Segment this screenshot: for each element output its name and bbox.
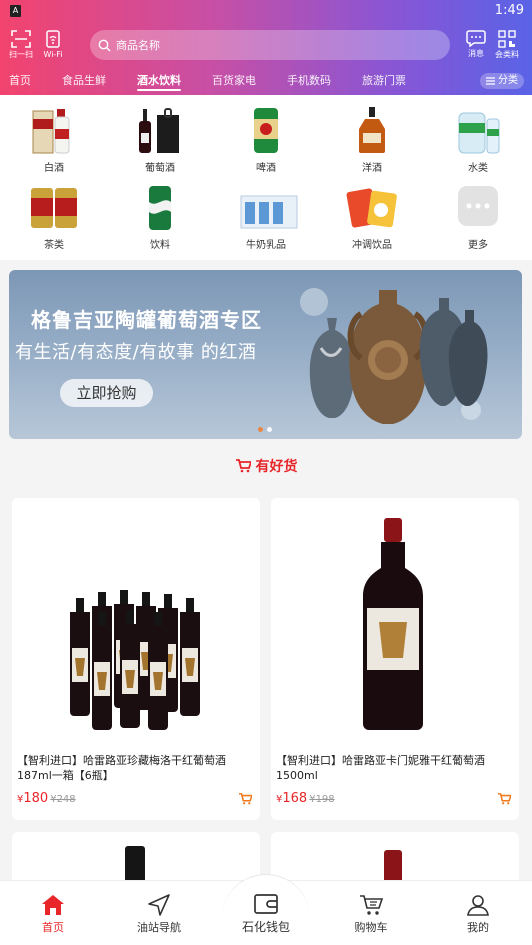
category-label: 葡萄酒 [145,163,175,174]
drink-mix-icon [346,188,397,228]
member-code-button[interactable]: 会类料 [490,30,524,59]
milk-icon [240,195,298,229]
app-badge: A [10,5,21,17]
message-icon [466,30,486,47]
home-icon [42,895,64,915]
original-price: ¥248 [50,794,76,805]
product-price: ¥180 ¥248 [17,791,76,806]
nav-label: 石化钱包 [241,920,290,934]
tab-appliances[interactable]: 百货家电 [212,72,256,88]
category-label: 更多 [468,240,488,251]
search-bar[interactable]: 商品名称 [90,30,450,60]
carousel-dot[interactable] [258,427,263,432]
product-price: ¥168 ¥198 [276,791,335,806]
nav-wallet[interactable]: 石化钱包 [226,892,306,935]
category-tabs: 首页 食品生鲜 酒水饮料 百货家电 手机数码 旅游门票 分类 [0,68,532,92]
category-label: 牛奶乳品 [246,240,286,251]
product-card[interactable]: 【智利进口】哈雷路亚珍藏梅洛干红葡萄酒187ml一箱【6瓶】 ¥180 ¥248 [12,498,260,820]
original-price: ¥198 [309,794,335,805]
tea-icon [31,188,77,228]
category-baijiu[interactable]: 白酒 [14,105,94,174]
qr-code-icon [498,30,516,48]
cart-icon [360,895,384,915]
wallet-icon [254,894,278,914]
nav-label: 油站导航 [137,921,181,934]
product-image [70,590,200,730]
price-value: 180 [23,791,49,806]
water-icon [458,112,500,154]
nav-station-navigation[interactable]: 油站导航 [119,893,199,935]
category-label: 水类 [468,163,488,174]
promo-banner[interactable]: 格鲁吉亚陶罐葡萄酒专区 有生活/有态度/有故事 的红酒 立即抢购 [9,270,522,439]
product-card[interactable]: 【智利进口】哈雷路亚卡门妮雅干红葡萄酒1500ml ¥168 ¥198 [271,498,519,820]
message-label: 消息 [468,49,484,58]
status-bar: A 1:49 [0,0,532,24]
brandy-icon [359,107,385,153]
profile-icon [467,895,489,916]
category-drink-mix[interactable]: 冲调饮品 [332,182,412,251]
member-code-label: 会类料 [495,50,519,59]
wifi-icon [46,30,60,48]
wifi-label: Wi-Fi [43,50,63,59]
category-tea[interactable]: 茶类 [14,182,94,251]
search-placeholder: 商品名称 [116,39,160,52]
category-foreign-liquor[interactable]: 洋酒 [332,105,412,174]
section-header: 有好货 [0,456,532,476]
product-title: 【智利进口】哈雷路亚珍藏梅洛干红葡萄酒187ml一箱【6瓶】 [17,754,226,782]
nav-profile[interactable]: 我的 [438,893,518,935]
category-soda[interactable]: 饮料 [120,182,200,251]
category-water[interactable]: 水类 [438,105,518,174]
category-label: 洋酒 [362,163,382,174]
search-icon [98,39,111,52]
menu-icon [486,77,495,85]
scan-icon [11,30,31,48]
tab-travel[interactable]: 旅游门票 [362,72,406,88]
tab-home[interactable]: 首页 [9,72,31,88]
nav-cart[interactable]: 购物车 [331,893,411,935]
add-to-cart-icon[interactable] [497,793,511,805]
baijiu-icon [32,109,70,154]
category-menu-label: 分类 [498,75,518,86]
tab-digital[interactable]: 手机数码 [287,72,331,88]
product-image [363,518,423,730]
carousel-dot[interactable] [267,427,272,432]
soda-icon [149,186,171,230]
beer-icon [254,108,278,153]
navigation-icon [148,894,170,916]
category-milk[interactable]: 牛奶乳品 [226,182,306,251]
nav-home[interactable]: 首页 [13,893,93,935]
category-label: 啤酒 [256,163,276,174]
wifi-button[interactable]: Wi-Fi [36,30,70,59]
nav-label: 我的 [467,921,489,934]
category-label: 冲调饮品 [352,240,392,251]
more-icon [458,186,498,226]
scan-label: 扫一扫 [9,50,33,59]
category-label: 饮料 [150,240,170,251]
category-grid: 白酒 葡萄酒 啤酒 洋酒 水类 茶类 饮料 牛奶乳品 冲调饮品 更多 [0,95,532,260]
category-menu-button[interactable]: 分类 [480,73,524,89]
tab-drinks[interactable]: 酒水饮料 [137,72,181,91]
category-label: 茶类 [44,240,64,251]
add-to-cart-icon[interactable] [238,793,252,805]
product-title: 【智利进口】哈雷路亚卡门妮雅干红葡萄酒1500ml [276,754,485,782]
section-title: 有好货 [255,459,298,475]
price-value: 168 [282,791,308,806]
category-wine[interactable]: 葡萄酒 [120,105,200,174]
wine-icon [139,108,179,153]
tab-fresh-food[interactable]: 食品生鲜 [62,72,106,88]
nav-label: 首页 [42,921,64,934]
buy-now-button[interactable]: 立即抢购 [60,379,153,407]
cart-icon [235,459,251,473]
status-time: 1:49 [494,3,524,18]
app-header: A 1:49 扫一扫 Wi-Fi 商品名称 消息 会类料 首页 食品生鲜 酒水饮… [0,0,532,95]
category-label: 白酒 [44,163,64,174]
category-beer[interactable]: 啤酒 [226,105,306,174]
message-button[interactable]: 消息 [459,30,493,58]
nav-label: 购物车 [354,921,388,934]
banner-title: 格鲁吉亚陶罐葡萄酒专区 [31,308,262,332]
category-more[interactable]: 更多 [438,182,518,251]
carousel-indicator [258,427,272,432]
banner-subtitle: 有生活/有态度/有故事 的红酒 [15,342,257,363]
scan-button[interactable]: 扫一扫 [4,30,38,59]
